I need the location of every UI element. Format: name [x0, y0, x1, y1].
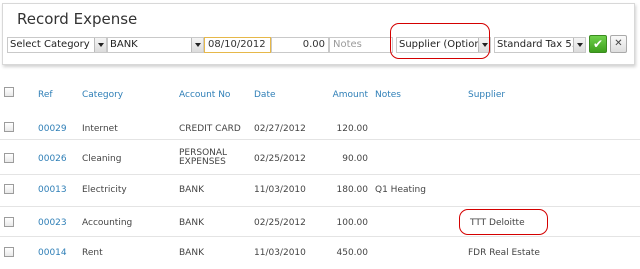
col-notes[interactable]: Notes	[375, 90, 401, 100]
row-ref-link[interactable]: 00026	[38, 154, 67, 164]
row-date: 02/27/2012	[254, 124, 306, 134]
col-ref[interactable]: Ref	[38, 90, 53, 100]
close-icon: ✕	[614, 38, 623, 49]
row-checkbox[interactable]	[4, 184, 14, 194]
row-checkbox[interactable]	[4, 153, 14, 163]
amount-input[interactable]: 0.00	[271, 37, 329, 53]
table-row: 00026 Cleaning PERSONAL EXPENSES 02/25/2…	[0, 140, 640, 175]
row-account: CREDIT CARD	[179, 124, 241, 134]
row-amount: 450.00	[336, 248, 369, 258]
record-expense-panel: Record Expense Select Category BANK 08/1…	[2, 3, 635, 65]
expense-form-row: Select Category BANK 08/10/2012 0.00 Not…	[7, 35, 633, 53]
row-category: Electricity	[82, 185, 127, 195]
account-select[interactable]: BANK	[107, 37, 204, 53]
row-ref-link[interactable]: 00029	[38, 124, 67, 134]
table-row: 00014 Rent BANK 11/03/2010 450.00 FDR Re…	[0, 237, 640, 269]
panel-title: Record Expense	[17, 10, 138, 28]
row-category: Cleaning	[82, 154, 122, 164]
row-ref-link[interactable]: 00013	[38, 185, 67, 195]
col-supplier[interactable]: Supplier	[468, 90, 505, 100]
row-amount: 100.00	[336, 218, 369, 228]
row-account: PERSONAL EXPENSES	[179, 148, 228, 167]
row-account: BANK	[179, 218, 204, 228]
col-date[interactable]: Date	[254, 90, 276, 100]
row-checkbox[interactable]	[4, 122, 14, 132]
check-icon: ✔	[592, 37, 604, 51]
row-category: Accounting	[82, 218, 133, 228]
col-account[interactable]: Account No	[179, 90, 230, 100]
row-amount: 180.00	[336, 185, 369, 195]
row-date: 02/25/2012	[254, 218, 306, 228]
chevron-down-icon[interactable]	[94, 38, 106, 52]
row-account: BANK	[179, 248, 204, 258]
table-header: Ref Category Account No Date Amount Note…	[0, 83, 640, 103]
row-date: 02/25/2012	[254, 154, 306, 164]
row-supplier: FDR Real Estate	[468, 248, 540, 258]
row-account: BANK	[179, 185, 204, 195]
row-notes: Q1 Heating	[375, 185, 426, 195]
tax-select[interactable]: Standard Tax 5.0%	[494, 37, 586, 53]
category-select[interactable]: Select Category	[7, 37, 107, 53]
supplier-cell-highlight-annotation	[459, 209, 548, 235]
select-all-checkbox[interactable]	[4, 87, 14, 97]
cancel-button[interactable]: ✕	[610, 35, 627, 53]
confirm-button[interactable]: ✔	[589, 35, 607, 53]
notes-input[interactable]: Notes	[329, 37, 393, 53]
col-amount[interactable]: Amount	[318, 90, 368, 100]
supplier-highlight-annotation	[390, 23, 490, 59]
table-row: 00013 Electricity BANK 11/03/2010 180.00…	[0, 175, 640, 207]
chevron-down-icon[interactable]	[573, 38, 585, 52]
row-category: Rent	[82, 248, 103, 258]
row-checkbox[interactable]	[4, 247, 14, 257]
row-amount: 90.00	[342, 154, 368, 164]
row-category: Internet	[82, 124, 118, 134]
category-select-value: Select Category	[10, 39, 90, 50]
row-checkbox[interactable]	[4, 217, 14, 227]
table-row: 00029 Internet CREDIT CARD 02/27/2012 12…	[0, 115, 640, 140]
col-category[interactable]: Category	[82, 90, 123, 100]
row-amount: 120.00	[336, 124, 369, 134]
chevron-down-icon[interactable]	[191, 38, 203, 52]
date-input[interactable]: 08/10/2012	[204, 37, 271, 53]
account-select-value: BANK	[110, 39, 138, 50]
row-date: 11/03/2010	[254, 185, 306, 195]
row-date: 11/03/2010	[254, 248, 306, 258]
row-ref-link[interactable]: 00023	[38, 218, 67, 228]
row-ref-link[interactable]: 00014	[38, 248, 67, 258]
